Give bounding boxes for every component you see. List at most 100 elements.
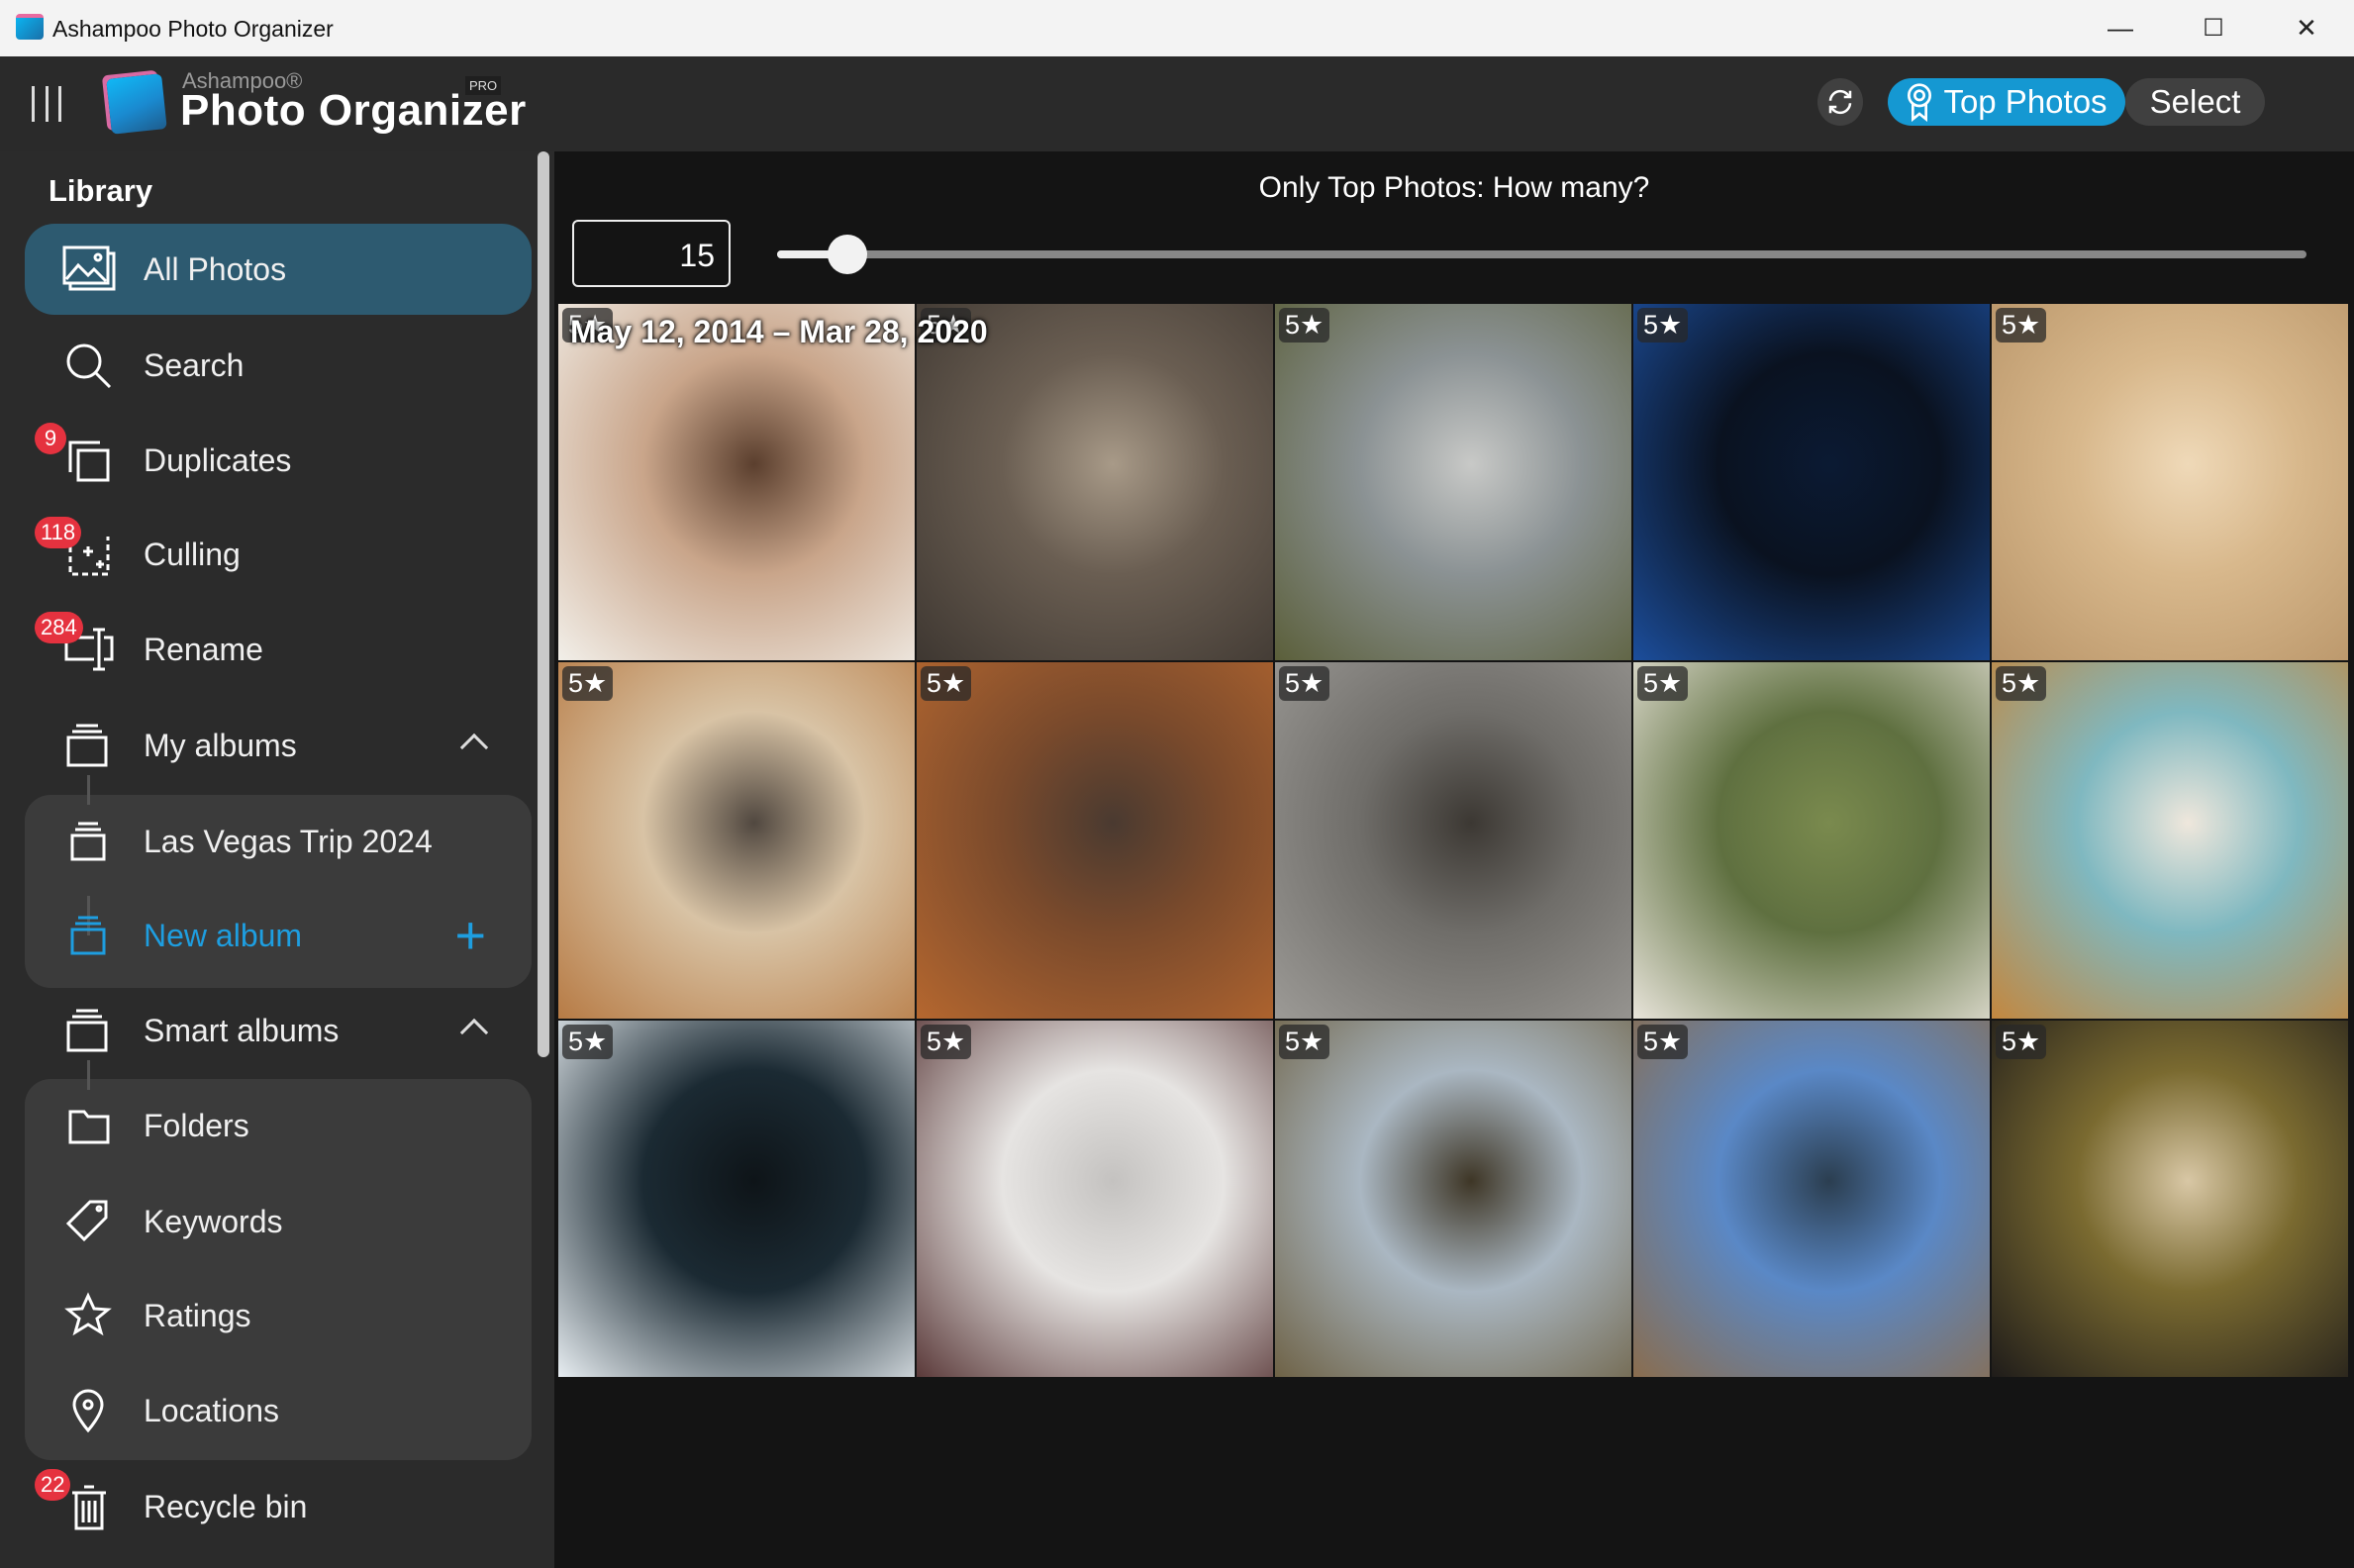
recycle-bin-count-badge: 22	[35, 1469, 71, 1501]
sidebar-item-my-albums[interactable]: My albums	[25, 700, 532, 791]
sidebar-item-duplicates[interactable]: 9 Duplicates	[25, 415, 532, 506]
rating-badge: 5★	[1637, 1025, 1689, 1059]
library-heading: Library	[49, 173, 153, 208]
sidebar-item-new-album[interactable]: New album +	[25, 890, 532, 981]
photo-thumbnail[interactable]: 5★	[558, 1021, 915, 1377]
photo-thumbnail[interactable]: 5★	[1275, 304, 1631, 660]
award-icon	[1908, 83, 1932, 122]
refresh-button[interactable]	[1817, 78, 1863, 126]
culling-count-badge: 118	[35, 517, 82, 548]
rating-badge: 5★	[562, 1025, 614, 1059]
tag-icon	[65, 1200, 108, 1242]
photo-thumbnail[interactable]: 5★	[1633, 1021, 1990, 1377]
sidebar-item-search[interactable]: Search	[25, 320, 532, 411]
minimize-button[interactable]: —	[2091, 8, 2150, 48]
photo-thumbnail[interactable]: 5★	[1992, 1021, 2348, 1377]
rating-badge: 5★	[1637, 308, 1689, 343]
photo-thumbnail[interactable]: 5★	[917, 1021, 1273, 1377]
rating-badge: 5★	[1996, 666, 2047, 701]
sidebar-item-label: Recycle bin	[144, 1488, 308, 1524]
sidebar-item-label: Duplicates	[144, 441, 292, 478]
sidebar-item-smart-albums[interactable]: Smart albums	[25, 985, 532, 1076]
duplicates-count-badge: 9	[35, 423, 66, 454]
refresh-icon	[1828, 89, 1852, 115]
title-bar: Ashampoo Photo Organizer — ☐ ✕	[0, 0, 2354, 56]
folder-icon	[68, 1110, 110, 1144]
rating-badge: 5★	[1996, 308, 2047, 343]
duplicates-icon	[68, 441, 110, 482]
photo-thumbnail[interactable]: 5★	[1633, 304, 1990, 660]
photo-thumbnail[interactable]: 5★	[558, 304, 915, 660]
photo-thumbnail[interactable]: 5★	[1992, 662, 2348, 1019]
sidebar-item-locations[interactable]: Locations	[25, 1365, 532, 1456]
trash-icon	[72, 1485, 106, 1530]
photo-area: Only Top Photos: How many? 15 May 12, 20…	[554, 151, 2354, 1568]
sidebar-item-rename[interactable]: 284 Rename	[25, 604, 532, 695]
menu-icon[interactable]	[32, 86, 61, 122]
photo-thumbnail[interactable]: 5★	[917, 662, 1273, 1019]
sidebar-item-label: Ratings	[144, 1297, 251, 1333]
sidebar-item-keywords[interactable]: Keywords	[25, 1176, 532, 1267]
top-photos-prompt: Only Top Photos: How many?	[1258, 171, 1650, 204]
sidebar-item-label: Keywords	[144, 1203, 283, 1239]
edition-badge: PRO	[465, 76, 502, 95]
sidebar-item-recycle-bin[interactable]: 22 Recycle bin	[25, 1461, 532, 1552]
sidebar-item-label: Culling	[144, 536, 241, 572]
photo-thumbnail[interactable]: 5★	[917, 304, 1273, 660]
sidebar-item-label: My albums	[144, 727, 297, 763]
photo-thumbnail[interactable]: 5★	[1633, 662, 1990, 1019]
chevron-up-icon[interactable]	[459, 1018, 489, 1047]
rating-badge: 5★	[1637, 666, 1689, 701]
sidebar-item-las-vegas-trip-2024[interactable]: Las Vegas Trip 2024	[25, 796, 532, 887]
chevron-up-icon[interactable]	[459, 733, 489, 762]
maximize-button[interactable]: ☐	[2184, 8, 2243, 48]
photo-thumbnail[interactable]: 5★	[1275, 662, 1631, 1019]
sidebar-item-label: Folders	[144, 1107, 249, 1143]
app-header: Ashampoo® Photo Organizer PRO Top Photos…	[0, 56, 2354, 151]
rename-count-badge: 284	[35, 612, 83, 643]
rating-badge: 5★	[921, 1025, 972, 1059]
slider-thumb[interactable]	[828, 235, 868, 274]
sidebar-item-label: Search	[144, 346, 245, 383]
top-photos-label: Top Photos	[1943, 83, 2108, 120]
top-photos-count-input[interactable]: 15	[572, 220, 731, 287]
photo-thumbnail[interactable]: 5★	[1275, 1021, 1631, 1377]
window-title: Ashampoo Photo Organizer	[52, 16, 334, 42]
sidebar-item-folders[interactable]: Folders	[25, 1080, 532, 1171]
sidebar-item-all-photos[interactable]: All Photos	[25, 224, 532, 315]
rating-badge: 5★	[1996, 1025, 2047, 1059]
rating-badge: 5★	[1279, 308, 1330, 343]
sidebar-item-label: All Photos	[144, 250, 287, 287]
close-button[interactable]: ✕	[2277, 8, 2336, 48]
sidebar-item-culling[interactable]: 118 Culling	[25, 509, 532, 600]
album-icon	[66, 724, 108, 767]
location-pin-icon	[72, 1389, 104, 1433]
photo-thumbnail[interactable]: 5★	[1992, 304, 2348, 660]
rating-badge: 5★	[1279, 1025, 1330, 1059]
sidebar-item-label: Smart albums	[144, 1012, 340, 1048]
sidebar-item-ratings[interactable]: Ratings	[25, 1270, 532, 1361]
rating-badge: 5★	[1279, 666, 1330, 701]
album-icon	[70, 916, 106, 955]
top-photos-button[interactable]: Top Photos	[1888, 78, 2125, 126]
star-icon	[64, 1292, 112, 1336]
sidebar-item-label: Rename	[144, 631, 263, 667]
rating-badge: 5★	[562, 666, 614, 701]
date-range-label: May 12, 2014 – Mar 28, 2020	[570, 314, 988, 349]
sidebar-scrollbar[interactable]	[538, 151, 549, 1057]
sidebar-item-label: New album	[144, 917, 303, 953]
app-icon	[16, 14, 44, 40]
album-icon	[66, 1009, 108, 1052]
photo-thumbnail[interactable]: 5★	[558, 662, 915, 1019]
app-logo	[106, 73, 167, 135]
rating-badge: 5★	[921, 666, 972, 701]
select-button[interactable]: Select	[2125, 78, 2265, 126]
photo-grid: 5★ 5★ 5★ 5★ 5★ 5★ 5★ 5★ 5★ 5★ 5★ 5★ 5★ 5★ 5★	[558, 304, 2348, 1377]
top-photos-slider[interactable]	[777, 250, 2306, 258]
photos-icon	[62, 245, 116, 291]
search-icon	[66, 343, 112, 389]
album-icon	[70, 822, 106, 861]
sidebar-item-label: Locations	[144, 1392, 279, 1428]
sidebar-item-label: Las Vegas Trip 2024	[144, 823, 433, 859]
plus-icon[interactable]: +	[454, 905, 486, 966]
